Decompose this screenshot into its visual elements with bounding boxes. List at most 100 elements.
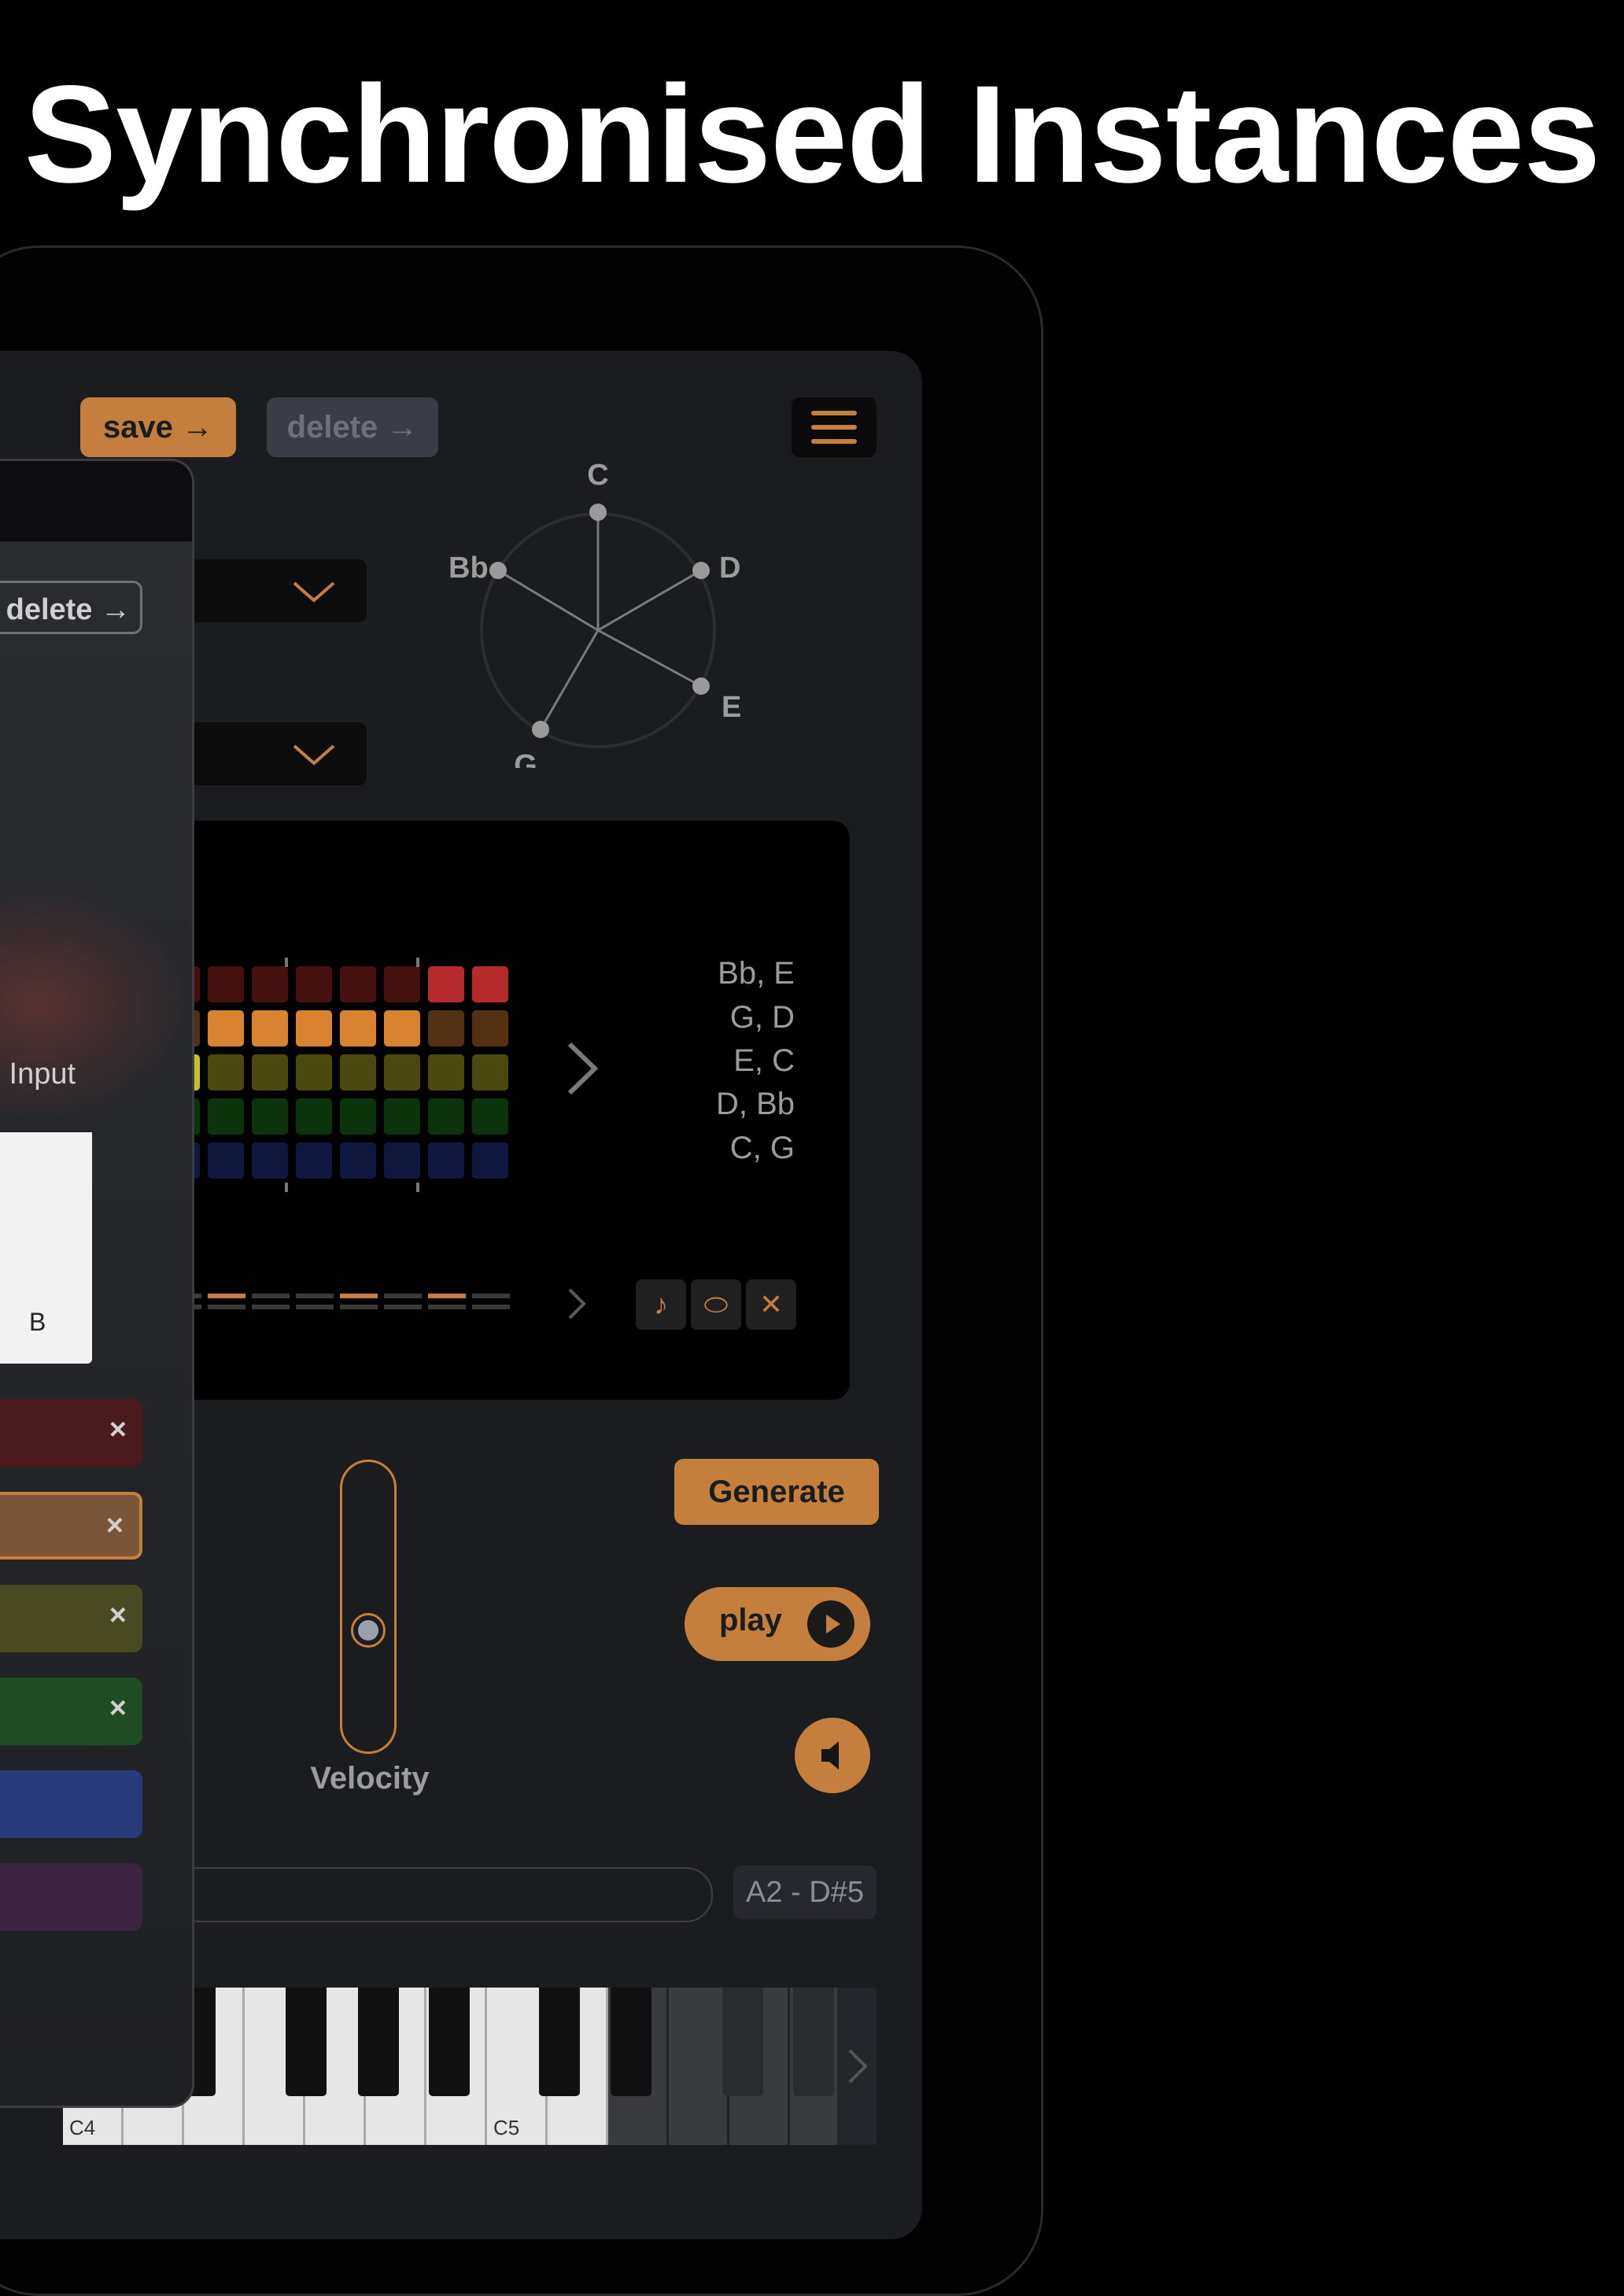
menu-button[interactable] <box>792 397 877 457</box>
sequencer-pad[interactable] <box>340 966 376 1002</box>
note-icon[interactable]: ♪ <box>636 1279 686 1330</box>
step-dash <box>472 1294 510 1298</box>
sequencer-pad[interactable] <box>296 1098 332 1135</box>
sequencer-pad[interactable] <box>252 1098 288 1135</box>
sequencer-pad[interactable] <box>340 1010 376 1046</box>
sequencer-pad[interactable] <box>384 1098 420 1135</box>
step-dash <box>296 1294 334 1298</box>
sequencer-pad[interactable] <box>252 966 288 1002</box>
sequencer-pad[interactable] <box>384 1054 420 1091</box>
save-button[interactable]: save → <box>80 397 236 457</box>
marker <box>285 958 288 967</box>
play-label: play <box>719 1603 783 1637</box>
marker <box>416 958 419 967</box>
sequencer-pad[interactable] <box>296 1010 332 1046</box>
sequencer-pad[interactable] <box>428 1010 464 1046</box>
sequencer-pad[interactable] <box>208 1142 244 1179</box>
black-key[interactable] <box>539 1988 580 2096</box>
play-button[interactable]: play <box>685 1587 870 1661</box>
instance-overlay-panel: delete → DI Input Bb B × × × × <box>0 459 194 2108</box>
scroll-right-button[interactable] <box>837 1988 877 2145</box>
sequencer-pad[interactable] <box>472 1054 508 1091</box>
step-dash <box>296 1305 334 1309</box>
slider-thumb[interactable] <box>351 1613 386 1648</box>
chord-label: E, C <box>733 1043 795 1078</box>
sequencer-pad[interactable] <box>384 1142 420 1179</box>
marker <box>285 1183 288 1192</box>
hamburger-icon-line <box>811 425 857 430</box>
note-label: D <box>719 552 740 585</box>
sequencer-pad[interactable] <box>472 1010 508 1046</box>
chevron-right-icon[interactable] <box>567 1286 589 1321</box>
step-dash <box>208 1294 245 1298</box>
whole-note-icon[interactable]: ⬭ <box>691 1279 741 1330</box>
pad-grid <box>164 966 518 1187</box>
overlay-header <box>0 461 192 541</box>
close-icon[interactable]: ✕ <box>746 1279 796 1330</box>
black-key[interactable] <box>358 1988 399 2096</box>
generate-button[interactable]: Generate <box>674 1459 879 1525</box>
sequencer-pad[interactable] <box>208 966 244 1002</box>
sequencer-pad[interactable] <box>252 1054 288 1091</box>
track-row[interactable]: × <box>0 1399 142 1467</box>
mini-keyboard[interactable]: Bb B <box>0 1132 128 1364</box>
white-key[interactable] <box>669 1988 729 2145</box>
step-dash <box>340 1294 378 1298</box>
sequencer-pad[interactable] <box>340 1142 376 1179</box>
sequencer-pad[interactable] <box>340 1054 376 1091</box>
track-row[interactable] <box>0 1770 142 1838</box>
step-dash <box>472 1305 510 1309</box>
headline: Synchronised Instances <box>24 57 1601 212</box>
chord-circle: C D E G Bb <box>448 459 741 768</box>
note-label: E <box>722 691 741 724</box>
delete-button[interactable]: delete → <box>267 397 438 457</box>
sequencer-pad[interactable] <box>208 1010 244 1046</box>
sequencer-pad[interactable] <box>340 1098 376 1135</box>
sequencer-pad[interactable] <box>296 1142 332 1179</box>
step-dash <box>252 1294 290 1298</box>
marker <box>416 1183 419 1192</box>
sequencer-pad[interactable] <box>472 1142 508 1179</box>
sequencer-pad[interactable] <box>296 966 332 1002</box>
mute-button[interactable] <box>795 1718 870 1793</box>
sequencer-pad[interactable] <box>208 1098 244 1135</box>
close-icon[interactable]: × <box>109 1599 127 1633</box>
sequencer-pad[interactable] <box>252 1142 288 1179</box>
chevron-right-icon[interactable] <box>565 1041 600 1096</box>
sequencer-pad[interactable] <box>472 966 508 1002</box>
black-key[interactable] <box>286 1988 327 2096</box>
sequencer-pad[interactable] <box>472 1098 508 1135</box>
sequencer-pad[interactable] <box>428 1054 464 1091</box>
sequencer-pad[interactable] <box>208 1054 244 1091</box>
black-key[interactable] <box>793 1988 834 2096</box>
hamburger-icon <box>811 411 857 415</box>
speaker-icon <box>821 1741 839 1770</box>
play-icon <box>807 1600 854 1648</box>
velocity-slider[interactable] <box>340 1460 397 1754</box>
close-icon[interactable]: × <box>109 1692 127 1726</box>
sequencer-pad[interactable] <box>384 966 420 1002</box>
track-row[interactable]: × <box>0 1492 142 1560</box>
black-key[interactable] <box>722 1988 763 2096</box>
sequencer-pad[interactable] <box>296 1054 332 1091</box>
step-dash <box>428 1294 466 1298</box>
close-icon[interactable]: × <box>106 1509 124 1543</box>
sequencer-pad[interactable] <box>428 966 464 1002</box>
sequencer-pad[interactable] <box>384 1010 420 1046</box>
close-icon[interactable]: × <box>109 1413 127 1447</box>
sequencer-pad[interactable] <box>428 1142 464 1179</box>
black-key[interactable] <box>611 1988 651 2096</box>
key-b[interactable]: B <box>0 1132 92 1364</box>
midi-input-label: DI Input <box>0 1058 76 1091</box>
track-row[interactable]: × <box>0 1678 142 1745</box>
velocity-label: Velocity <box>310 1761 430 1796</box>
track-row[interactable] <box>0 1863 142 1931</box>
track-row[interactable]: × <box>0 1585 142 1652</box>
sequencer-pad[interactable] <box>428 1098 464 1135</box>
black-key[interactable] <box>429 1988 470 2096</box>
overlay-delete-button[interactable]: delete → <box>0 581 142 634</box>
step-dash <box>208 1305 245 1309</box>
step-dash <box>384 1305 422 1309</box>
chevron-down-icon <box>293 581 335 603</box>
sequencer-pad[interactable] <box>252 1010 288 1046</box>
